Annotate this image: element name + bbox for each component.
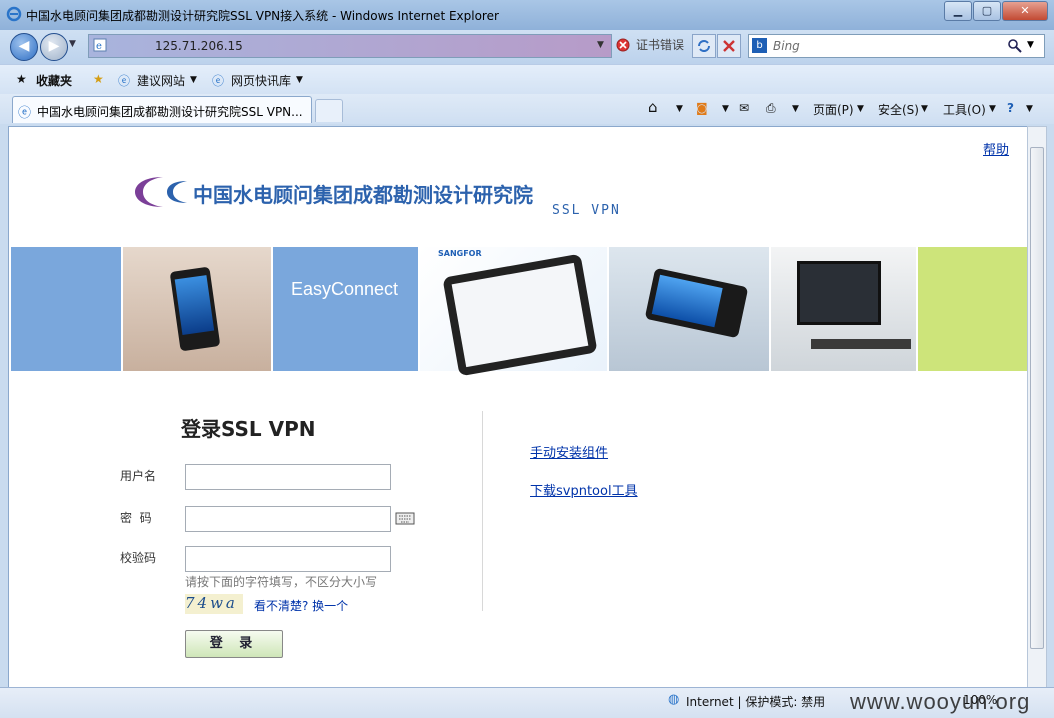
address-bar[interactable]: e 125.71.206.15 ▼	[88, 34, 612, 58]
chevron-down-icon[interactable]: ▼	[676, 104, 683, 114]
banner-panel-blue	[11, 247, 121, 371]
status-bar: ◍ Internet | 保护模式: 禁用 100% www.wooyun.or…	[0, 687, 1054, 718]
chevron-down-icon[interactable]: ▼	[989, 104, 996, 114]
banner-photo-laptop	[771, 247, 916, 371]
tab-bar: ⓔ 中国水电顾问集团成都勘测设计研究院SSL VPN... ⌂ ▼ ◙ ▼ ✉ …	[0, 94, 1054, 124]
banner-panel-easyconnect: EasyConnect	[273, 247, 418, 371]
page-icon: e	[93, 38, 107, 52]
password-field[interactable]	[185, 506, 391, 532]
tab-title[interactable]: 中国水电顾问集团成都勘测设计研究院SSL VPN...	[37, 103, 303, 120]
feeds-icon[interactable]: ◙	[696, 101, 708, 115]
help-link[interactable]: 帮助	[983, 139, 1009, 158]
ie-logo-icon	[6, 6, 22, 22]
close-button[interactable]: ✕	[1002, 1, 1048, 21]
download-tool-link[interactable]: 下载svpntool工具	[530, 480, 638, 499]
banner-photo-tablet: SANGFOR	[420, 247, 607, 377]
search-icon[interactable]	[1007, 38, 1023, 54]
refresh-button[interactable]	[692, 34, 716, 58]
tab-active[interactable]: ⓔ 中国水电顾问集团成都勘测设计研究院SSL VPN...	[12, 96, 312, 123]
search-placeholder[interactable]: Bing	[773, 39, 800, 53]
password-label: 密 码	[120, 511, 152, 525]
forward-button[interactable]: ▶	[40, 33, 68, 61]
window-title: 中国水电顾问集团成都勘测设计研究院SSL VPN接入系统 - Windows I…	[26, 9, 499, 23]
cert-error-label[interactable]: 证书错误	[636, 36, 684, 53]
new-tab-button[interactable]	[315, 99, 343, 122]
banner-panel-green	[918, 247, 1027, 371]
username-label: 用户名	[120, 469, 157, 483]
captcha-image: 74wa	[185, 594, 243, 614]
captcha-field[interactable]	[185, 546, 391, 572]
help-icon[interactable]: ?	[1007, 101, 1014, 115]
stop-button[interactable]	[717, 34, 741, 58]
minimize-button[interactable]: ▁	[944, 1, 972, 21]
page-content: 帮助 中国水电顾问集团成都勘测设计研究院 SSL VPN EasyConnect…	[8, 126, 1029, 688]
captcha-label: 校验码	[120, 551, 157, 565]
org-name: 中国水电顾问集团成都勘测设计研究院	[193, 183, 533, 207]
chevron-down-icon[interactable]: ▼	[296, 75, 303, 85]
sangfor-logo: SANGFOR	[438, 249, 482, 258]
mail-icon[interactable]: ✉	[739, 101, 749, 115]
title-bar: 中国水电顾问集团成都勘测设计研究院SSL VPN接入系统 - Windows I…	[0, 0, 1054, 30]
print-icon[interactable]: ⎙	[766, 101, 776, 116]
home-icon[interactable]: ⌂	[648, 98, 658, 116]
banner-photo-slider-phone	[609, 247, 769, 371]
address-url[interactable]: 125.71.206.15	[155, 39, 243, 53]
page-icon: ⓔ	[18, 106, 32, 121]
login-button[interactable]: 登 录	[185, 630, 283, 658]
address-row: ◀ ▶ ▼ e 125.71.206.15 ▼ 证书错误 b Bing ▼	[0, 30, 1054, 64]
refresh-icon	[698, 40, 710, 52]
history-dropdown-icon[interactable]: ▼	[69, 39, 76, 49]
chevron-down-icon[interactable]: ▼	[921, 104, 928, 114]
favorites-bar: ★ 收藏夹 ★ ⓔ 建议网站 ▼ ⓔ 网页快讯库 ▼	[0, 64, 1054, 95]
cert-error-icon[interactable]	[616, 38, 630, 52]
manual-install-link[interactable]: 手动安装组件	[530, 442, 608, 461]
maximize-button[interactable]: ▢	[973, 1, 1001, 21]
search-input[interactable]: b Bing ▼	[748, 34, 1045, 58]
suggested-sites-link[interactable]: 建议网站	[137, 72, 185, 89]
chevron-down-icon[interactable]: ▼	[792, 104, 799, 114]
chevron-down-icon[interactable]: ▼	[857, 104, 864, 114]
vertical-scrollbar[interactable]	[1027, 126, 1047, 688]
security-zone[interactable]: Internet | 保护模式: 禁用	[686, 693, 825, 710]
banner: EasyConnect SANGFOR	[11, 247, 1027, 377]
add-favorite-icon[interactable]: ★	[93, 72, 104, 86]
back-button[interactable]: ◀	[10, 33, 38, 61]
stop-icon	[723, 40, 735, 52]
banner-photo-phone	[123, 247, 271, 371]
captcha-hint: 请按下面的字符填写，不区分大小写	[185, 575, 378, 589]
chevron-down-icon[interactable]: ▼	[1026, 104, 1033, 114]
banner-brand: EasyConnect	[291, 279, 399, 299]
captcha-refresh-link[interactable]: 看不清楚? 换一个	[254, 597, 348, 614]
address-dropdown-icon[interactable]: ▼	[597, 40, 604, 50]
svg-text:e: e	[96, 41, 102, 52]
tools-menu[interactable]: 工具(O)	[943, 101, 986, 118]
chevron-down-icon[interactable]: ▼	[190, 75, 197, 85]
favorites-button[interactable]: 收藏夹	[36, 72, 72, 89]
globe-icon: ◍	[668, 692, 680, 707]
scrollbar-thumb[interactable]	[1030, 147, 1044, 649]
org-logo-icon	[135, 177, 187, 207]
bing-icon: b	[752, 38, 767, 53]
divider	[482, 411, 483, 611]
page-icon: ⓔ	[118, 74, 131, 88]
product-name: SSL VPN	[552, 203, 621, 218]
login-title: 登录SSL VPN	[181, 417, 316, 441]
page-icon: ⓔ	[212, 74, 225, 88]
virtual-keyboard-icon[interactable]	[395, 510, 415, 526]
search-dropdown-icon[interactable]: ▼	[1027, 40, 1034, 50]
page-menu[interactable]: 页面(P)	[813, 101, 854, 118]
username-field[interactable]	[185, 464, 391, 490]
web-slice-gallery-link[interactable]: 网页快讯库	[231, 72, 291, 89]
safety-menu[interactable]: 安全(S)	[878, 101, 919, 118]
watermark: www.wooyun.org	[850, 689, 1031, 714]
chevron-down-icon[interactable]: ▼	[722, 104, 729, 114]
favorites-star-icon[interactable]: ★	[16, 72, 27, 86]
